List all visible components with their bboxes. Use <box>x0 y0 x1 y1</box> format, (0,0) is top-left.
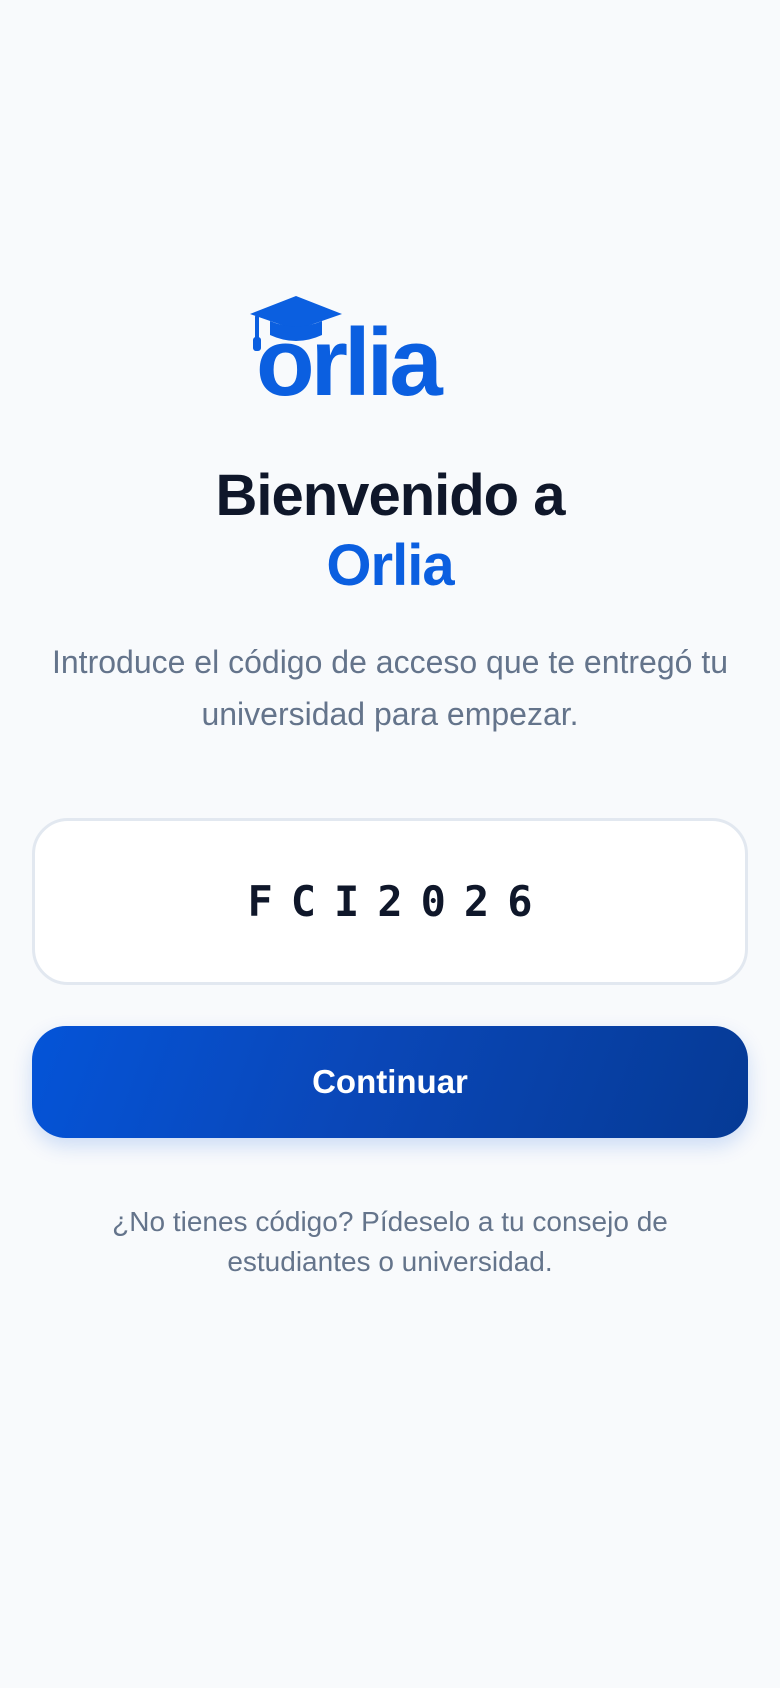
welcome-subtitle: Introduce el código de acceso que te ent… <box>51 644 729 732</box>
logo-wordmark: orlia <box>256 309 443 402</box>
brand-logo: orlia <box>250 290 535 402</box>
welcome-title-prefix: Bienvenido a <box>215 463 566 528</box>
login-screen: orlia Bienvenido a Orlia Introduce el có… <box>0 0 780 1688</box>
welcome-title: Bienvenido a Orlia <box>0 462 780 600</box>
welcome-title-brand: Orlia <box>326 533 454 598</box>
access-code-input[interactable] <box>32 818 748 985</box>
help-text: ¿No tienes código? Pídeselo a tu consejo… <box>112 1206 668 1277</box>
continue-button[interactable]: Continuar <box>32 1026 748 1138</box>
